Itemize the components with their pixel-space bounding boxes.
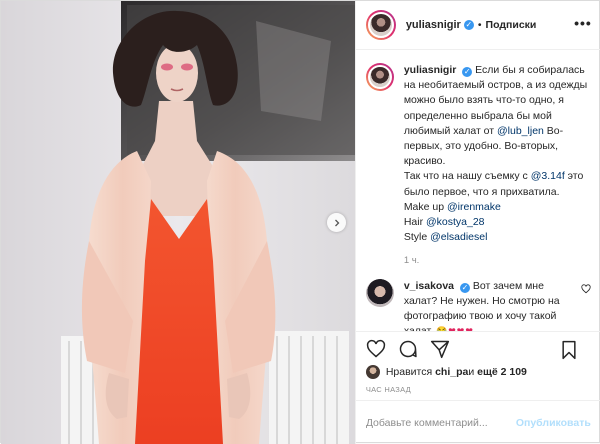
comment-icon[interactable] — [398, 339, 418, 359]
commenter-avatar[interactable] — [365, 278, 394, 307]
likes-summary[interactable]: Нравится chi_pa и ещё 2 109 — [365, 364, 527, 380]
mention-link[interactable]: @kostya_28 — [426, 216, 485, 228]
photo-illustration — [1, 1, 355, 444]
liker-username[interactable]: chi_pa — [435, 366, 468, 378]
mention-link[interactable]: @elsadiesel — [430, 231, 487, 243]
header-separator: • — [477, 19, 482, 31]
add-comment-bar: Опубликовать — [355, 400, 600, 444]
mention-link[interactable]: @lub_ljen — [497, 125, 544, 137]
credit-label: Style — [403, 231, 431, 244]
author-username[interactable]: yuliasnigir — [406, 19, 461, 31]
heart-icon[interactable] — [366, 339, 386, 359]
likes-prefix: Нравится — [385, 366, 433, 378]
publish-button[interactable]: Опубликовать — [516, 417, 591, 429]
post-photo[interactable] — [1, 1, 355, 444]
verified-badge-icon: ✓ — [462, 67, 473, 77]
comment-username[interactable]: v_isakova — [404, 280, 454, 292]
post-header: yuliasnigir ✓ • Подписки ••• — [355, 1, 600, 50]
chevron-right-icon — [334, 219, 339, 226]
mention-link[interactable]: @irenmake — [447, 201, 501, 213]
caption-time[interactable]: 1 ч. — [404, 253, 591, 268]
caption-text: Так что на нашу съемку с — [403, 170, 531, 183]
caption-comment: yuliasnigir ✓ Если бы я собиралась на не… — [365, 63, 591, 269]
bookmark-icon[interactable] — [559, 340, 579, 360]
comment-item: v_isakova ✓ Вот зачем мне халат? Не нуже… — [365, 278, 591, 331]
liker-avatar — [365, 365, 380, 379]
verified-badge-icon: ✓ — [463, 20, 474, 30]
action-bar — [355, 331, 600, 366]
credit-label: Make up — [403, 200, 448, 213]
likes-middle: и — [468, 366, 475, 378]
instagram-post: yuliasnigir ✓ • Подписки ••• yuliasnigir… — [0, 0, 600, 444]
credit-label: Hair — [403, 216, 426, 229]
share-icon[interactable] — [430, 339, 450, 359]
more-options-icon[interactable]: ••• — [574, 16, 592, 30]
post-side-panel: yuliasnigir ✓ • Подписки ••• yuliasnigir… — [354, 1, 600, 444]
author-avatar[interactable] — [365, 10, 396, 40]
post-timestamp[interactable]: ЧАС НАЗАД — [366, 385, 411, 394]
likes-count[interactable]: ещё 2 109 — [477, 366, 527, 378]
caption-avatar[interactable] — [365, 63, 394, 91]
mention-link[interactable]: @3.14f — [531, 170, 565, 182]
comments-area: yuliasnigir ✓ Если бы я собиралась на не… — [356, 51, 600, 331]
comment-input[interactable] — [365, 416, 516, 429]
next-photo-button[interactable] — [327, 213, 346, 232]
like-comment-heart-icon[interactable] — [581, 284, 591, 294]
following-button[interactable]: Подписки — [486, 19, 537, 31]
verified-badge-icon: ✓ — [459, 282, 470, 293]
caption-username[interactable]: yuliasnigir — [404, 64, 457, 76]
